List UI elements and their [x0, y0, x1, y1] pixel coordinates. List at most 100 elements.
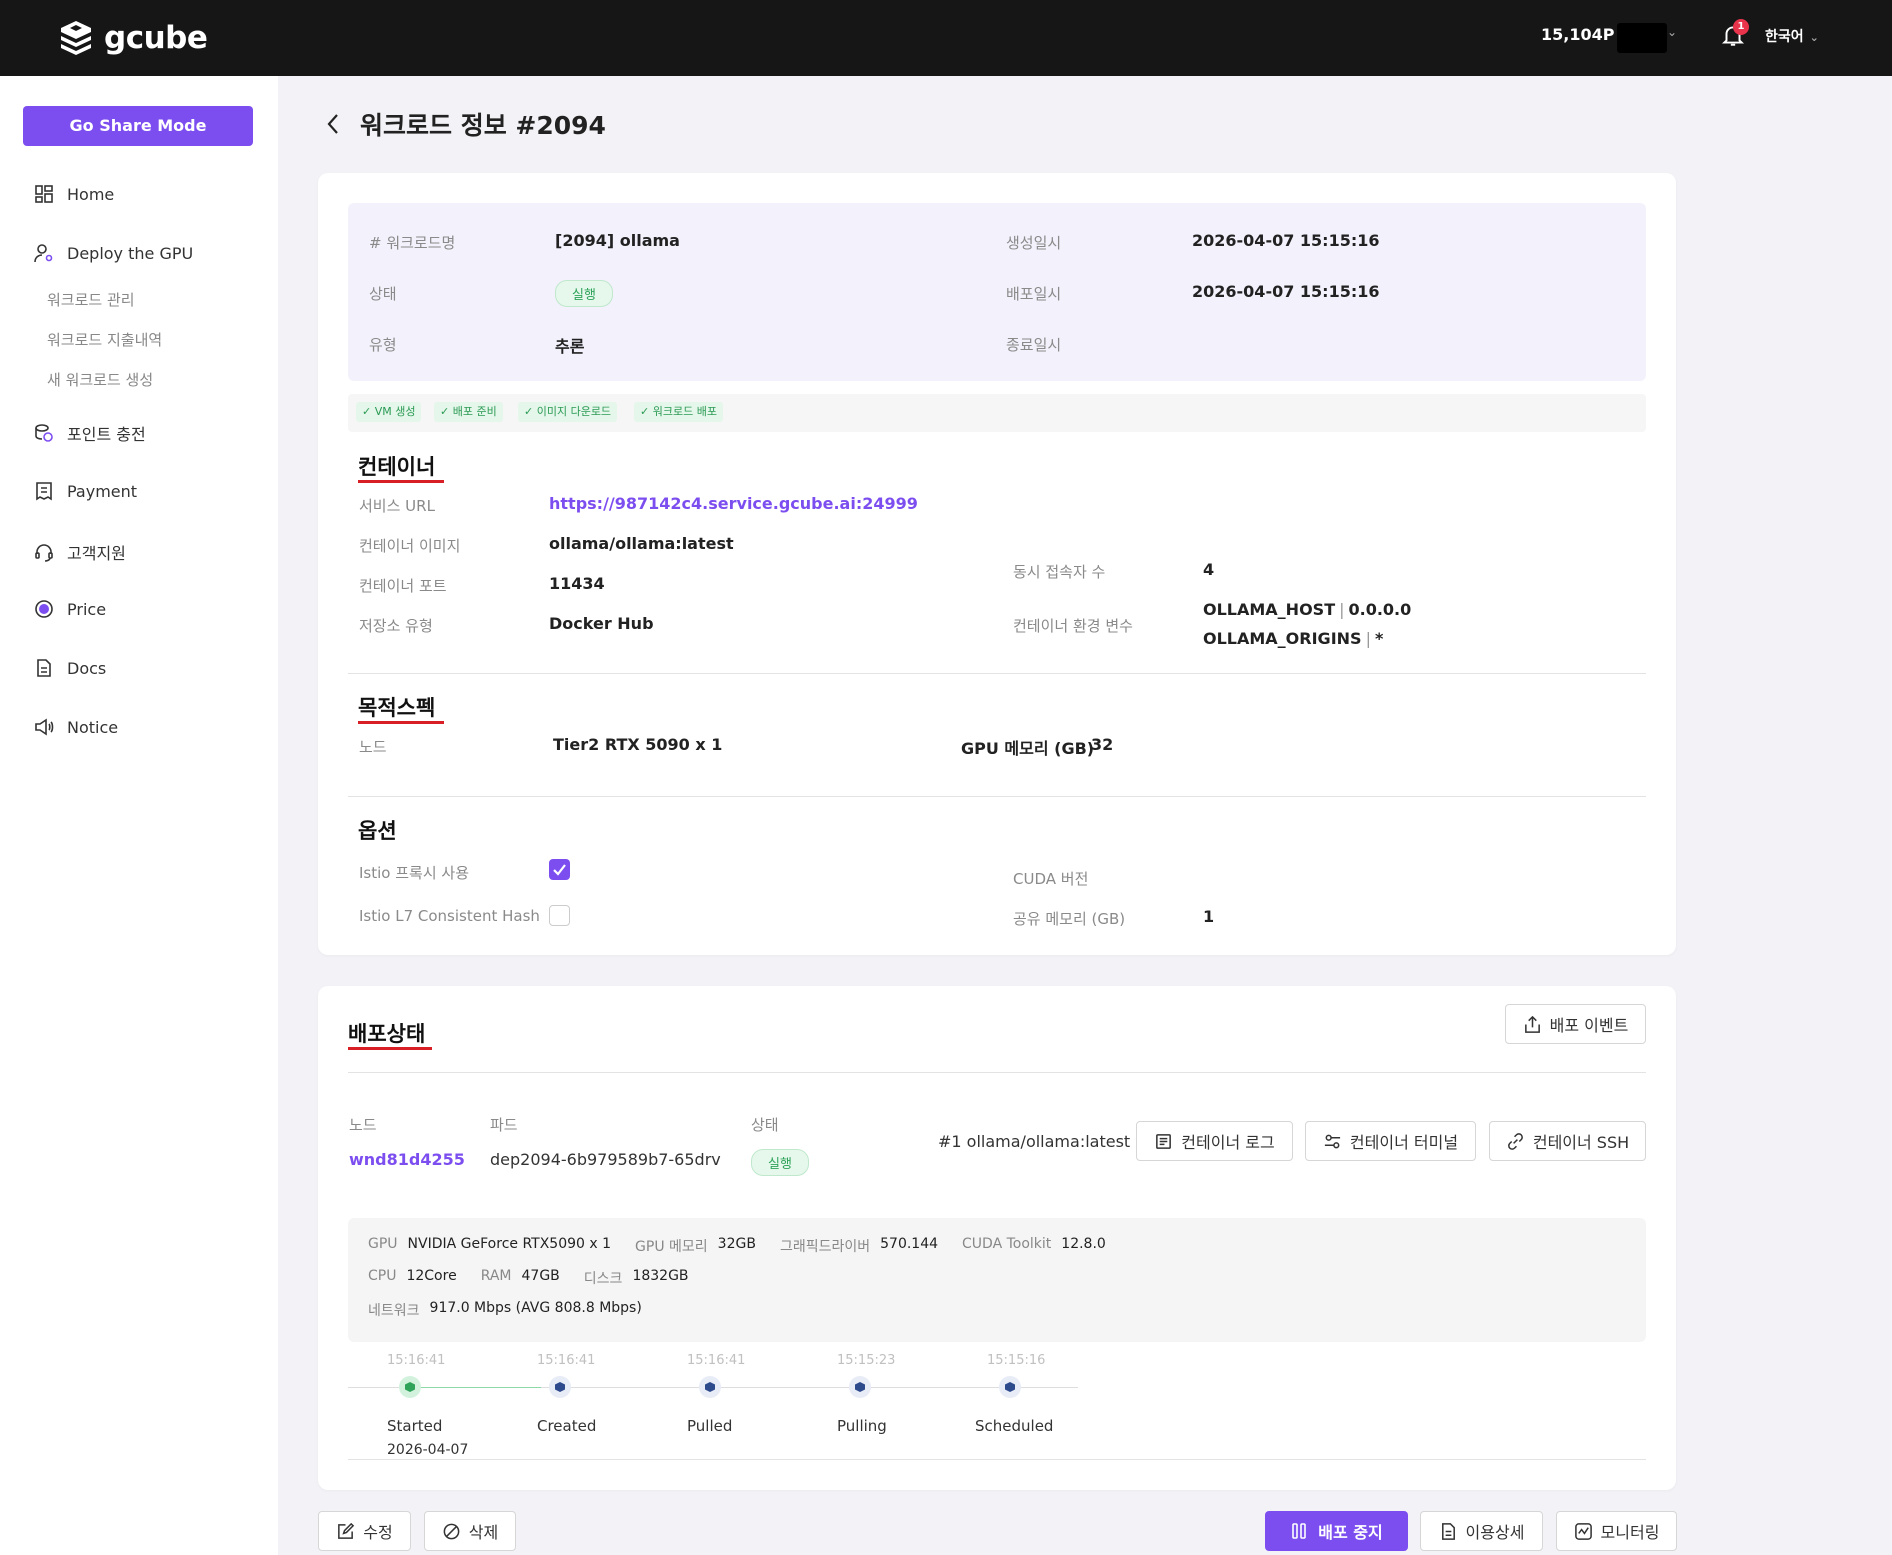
- headset-icon: [35, 544, 53, 562]
- timeline-label: Scheduled: [975, 1417, 1054, 1435]
- timeline-time: 15:15:16: [987, 1353, 1046, 1368]
- user-gear-icon: [34, 244, 53, 263]
- timeline-progress: [411, 1387, 541, 1388]
- cube-glyph: [405, 1382, 415, 1392]
- log-icon: [1156, 1133, 1172, 1149]
- logo[interactable]: gcube: [56, 16, 208, 60]
- storage-type-label: 저장소 유형: [359, 617, 433, 635]
- timeline-label: Pulling: [837, 1417, 887, 1435]
- stop-deploy-button[interactable]: 배포 중지: [1265, 1511, 1408, 1551]
- language-selector[interactable]: 한국어 ⌄: [1765, 26, 1819, 46]
- chart-line-icon: [1574, 1522, 1592, 1540]
- deployed-at-label: 배포일시: [1006, 285, 1062, 303]
- delete-button[interactable]: 삭제: [424, 1511, 516, 1551]
- sidebar-subitem-new-workload[interactable]: 새 워크로드 생성: [47, 369, 153, 390]
- divider: [348, 796, 1646, 797]
- node-label: 노드: [359, 738, 387, 756]
- user-menu[interactable]: [1617, 23, 1667, 53]
- edit-button[interactable]: 수정: [318, 1511, 411, 1551]
- sidebar-item-label: Payment: [67, 481, 138, 501]
- sidebar-item-home[interactable]: Home: [34, 184, 114, 204]
- hw-label: GPU 메모리: [635, 1239, 708, 1255]
- shared-memory-label: 공유 메모리 (GB): [1013, 910, 1126, 928]
- progress-step: ✓ 배포 준비: [434, 402, 503, 422]
- sidebar-item-docs[interactable]: Docs: [34, 658, 106, 678]
- container-image-label: 컨테이너 이미지: [359, 537, 461, 555]
- section-underline: [348, 1047, 432, 1050]
- env-value: 0.0.0.0: [1348, 600, 1412, 619]
- cube-glyph: [705, 1382, 715, 1392]
- hardware-row: 네트워크 917.0 Mbps (AVG 808.8 Mbps): [368, 1300, 656, 1320]
- pod-header: 파드: [490, 1116, 518, 1134]
- sidebar-item-label: Home: [67, 184, 115, 204]
- cube-glyph: [855, 1382, 865, 1392]
- progress-step-label: 워크로드 배포: [652, 405, 717, 418]
- megaphone-icon: [35, 718, 54, 736]
- node-link[interactable]: wnd81d4255: [349, 1150, 465, 1169]
- pod-value: dep2094-6b979589b7-65drv: [490, 1150, 721, 1169]
- container-log-button[interactable]: 컨테이너 로그: [1136, 1121, 1293, 1161]
- options-section-title: 옵션: [358, 819, 397, 843]
- env-value: *: [1374, 629, 1384, 648]
- type-label: 유형: [369, 336, 397, 354]
- button-label: 배포 중지: [1318, 1523, 1383, 1542]
- go-share-mode-button[interactable]: Go Share Mode: [23, 106, 253, 146]
- gpu-memory-value: 32: [1091, 735, 1114, 754]
- progress-step-label: 이미지 다운로드: [536, 405, 612, 418]
- workload-name-value: [2094] ollama: [555, 231, 680, 250]
- button-label: 수정: [363, 1523, 393, 1542]
- timeline-date: 2026-04-07: [387, 1442, 469, 1458]
- shared-memory-value: 1: [1203, 907, 1215, 926]
- node-header: 노드: [349, 1116, 377, 1134]
- cube-icon: [849, 1376, 871, 1398]
- cube-glyph: [1005, 1382, 1015, 1392]
- sidebar-item-payment[interactable]: Payment: [34, 481, 137, 501]
- sidebar-item-price[interactable]: Price: [34, 599, 106, 619]
- hw-value: 32GB: [717, 1236, 756, 1252]
- divider: [348, 673, 1646, 674]
- concurrent-users-value: 4: [1203, 560, 1215, 579]
- container-section-title: 컨테이너: [358, 455, 436, 479]
- cube-icon: [399, 1376, 421, 1398]
- istio-hash-checkbox[interactable]: [549, 905, 570, 926]
- progress-steps: ✓ VM 생성 ✓ 배포 준비 ✓ 이미지 다운로드 ✓ 워크로드 배포: [348, 394, 1646, 432]
- created-at-value: 2026-04-07 15:15:16: [1192, 231, 1380, 250]
- chevron-down-icon[interactable]: ⌄: [1667, 25, 1677, 39]
- status-badge: 실행: [555, 280, 613, 307]
- container-ssh-button[interactable]: 컨테이너 SSH: [1489, 1121, 1646, 1161]
- hw-value: 47GB: [521, 1268, 560, 1284]
- env-key: OLLAMA_ORIGINS: [1203, 629, 1362, 648]
- monitoring-button[interactable]: 모니터링: [1556, 1511, 1677, 1551]
- hw-value: 12.8.0: [1061, 1236, 1106, 1252]
- sidebar-item-point-charge[interactable]: 포인트 충전: [34, 421, 146, 445]
- istio-proxy-checkbox[interactable]: [549, 859, 570, 880]
- logo-text: gcube: [104, 20, 208, 56]
- container-terminal-button[interactable]: 컨테이너 터미널: [1305, 1121, 1476, 1161]
- service-url-link[interactable]: https://987142c4.service.gcube.ai:24999: [549, 494, 918, 513]
- pause-icon: [1292, 1523, 1307, 1539]
- hw-value: 570.144: [880, 1236, 939, 1252]
- progress-step: ✓ VM 생성: [356, 402, 422, 422]
- timeline-time: 15:15:23: [837, 1353, 896, 1368]
- usage-detail-button[interactable]: 이용상세: [1420, 1511, 1543, 1551]
- chevron-down-icon: ⌄: [1809, 31, 1819, 44]
- chevron-left-icon[interactable]: [322, 112, 346, 136]
- istio-proxy-label: Istio 프록시 사용: [359, 864, 470, 882]
- hw-label: CUDA Toolkit: [962, 1236, 1052, 1252]
- button-label: 컨테이너 로그: [1181, 1133, 1275, 1152]
- hw-label: GPU: [368, 1236, 398, 1252]
- container-image-value: ollama/ollama:latest: [549, 534, 734, 553]
- coins-icon: [35, 424, 53, 442]
- sidebar-item-support[interactable]: 고객지원: [34, 540, 126, 564]
- deploy-events-button[interactable]: 배포 이벤트: [1505, 1004, 1646, 1044]
- button-label: 삭제: [468, 1523, 499, 1542]
- edit-icon: [338, 1522, 355, 1539]
- check-icon: [553, 864, 566, 876]
- node-value: Tier2 RTX 5090 x 1: [553, 735, 723, 754]
- sidebar-subitem-workload-expense[interactable]: 워크로드 지출내역: [47, 329, 162, 350]
- env-key: OLLAMA_HOST: [1203, 600, 1336, 619]
- sidebar-subitem-workload-manage[interactable]: 워크로드 관리: [47, 289, 135, 310]
- progress-step-label: VM 생성: [374, 405, 416, 418]
- sidebar-item-deploy-gpu[interactable]: Deploy the GPU: [34, 243, 193, 263]
- sidebar-item-notice[interactable]: Notice: [34, 717, 118, 737]
